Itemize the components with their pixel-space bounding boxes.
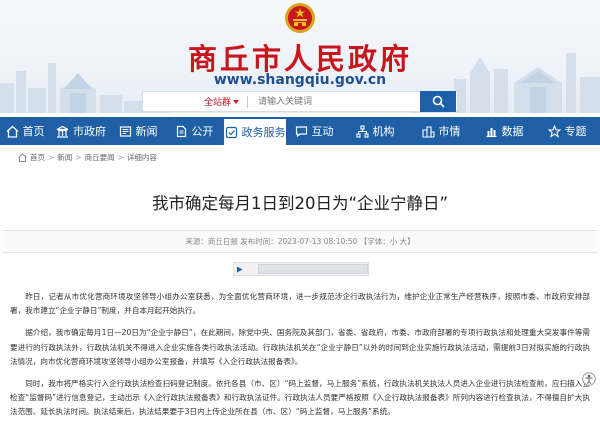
service-icon	[225, 126, 237, 138]
breadcrumb-item-shangqiu-news[interactable]: 商丘要闻	[85, 152, 115, 163]
nav-item-label: 互动	[311, 125, 334, 138]
nav-item-city-government[interactable]: 市政府	[50, 117, 112, 145]
nav-item-news[interactable]: 新闻	[112, 117, 164, 145]
home-icon	[6, 125, 18, 138]
site-header: 商丘市人民政府 www.shangqiu.gov.cn 全站群	[0, 0, 600, 113]
main-nav: 首页 市政府 新闻 公开 政务服务 互动 机构 市情 数据 专题	[0, 117, 600, 145]
topic-icon	[547, 124, 561, 138]
accessibility-icon[interactable]	[582, 372, 596, 386]
breadcrumb-item-home[interactable]: 首页	[30, 152, 45, 163]
article-paragraph: 据介绍，我市确定每月1日—20日为“企业宁静日”，在此期间，除党中央、国务院及其…	[10, 328, 590, 366]
nav-item-topics[interactable]: 专题	[534, 117, 600, 145]
newspaper-icon	[119, 125, 131, 137]
nav-item-label: 专题	[564, 125, 587, 138]
breadcrumb: 首页 > 新闻 > 商丘要闻 > 详细内容	[18, 152, 157, 163]
nav-item-label: 公开	[191, 125, 214, 138]
organization-icon	[355, 124, 369, 138]
nav-item-home[interactable]: 首页	[0, 117, 50, 145]
article-body: 昨日，记者从市优化营商环境攻坚领导小组办公室获悉，为全面优化营商环境，进一步规范…	[10, 290, 590, 428]
breadcrumb-separator: >	[117, 153, 124, 162]
nav-item-label: 首页	[22, 125, 45, 138]
nav-item-label: 市情	[438, 125, 461, 138]
article-paragraph: 昨日，记者从市优化营商环境攻坚领导小组办公室获悉，为全面优化营商环境，进一步规范…	[10, 292, 590, 316]
search-input[interactable]	[248, 95, 430, 108]
chart-icon	[486, 127, 496, 137]
breadcrumb-item-current: 详细内容	[126, 153, 157, 162]
nav-item-label: 机构	[372, 125, 395, 138]
breadcrumb-separator: >	[48, 153, 55, 162]
article-title: 我市确定每月1日到20日为“企业宁静日”	[151, 194, 449, 213]
play-icon	[237, 266, 243, 272]
breadcrumb-separator: >	[75, 153, 82, 162]
national-emblem-icon	[285, 3, 315, 33]
nav-item-label: 政务服务	[241, 126, 286, 139]
site-url: www.shangqiu.gov.cn	[213, 72, 387, 88]
nav-item-agencies[interactable]: 机构	[342, 117, 408, 145]
play-button[interactable]	[234, 263, 246, 275]
nav-item-label: 新闻	[135, 125, 158, 138]
chat-icon	[295, 125, 307, 137]
chevron-down-icon	[233, 99, 239, 104]
government-building-icon	[56, 125, 69, 138]
breadcrumb-item-news[interactable]: 新闻	[57, 152, 72, 163]
nav-item-interaction[interactable]: 互动	[286, 117, 342, 145]
search-icon	[432, 95, 445, 108]
search-button[interactable]	[420, 91, 456, 112]
article-paragraph: 同时，我市将严格实行入企行政执法检查扫码登记制度。依托各县（市、区）“码上监督，…	[10, 379, 590, 417]
nav-item-government-services[interactable]: 政务服务	[224, 117, 286, 145]
document-icon	[176, 125, 186, 137]
nav-item-city-info[interactable]: 市情	[408, 117, 474, 145]
search-bar: 全站群	[142, 91, 458, 112]
audio-player	[233, 262, 369, 276]
nav-item-data[interactable]: 数据	[474, 117, 534, 145]
audio-progress-track[interactable]	[257, 264, 368, 274]
article-meta: 来源：商丘日报 发布时间：2023-07-13 08:10:50 【字体：小 大…	[185, 237, 415, 246]
home-icon	[18, 153, 27, 162]
nav-item-label: 市政府	[73, 125, 106, 138]
nav-item-label: 数据	[501, 125, 524, 138]
city-icon	[421, 125, 435, 138]
nav-item-disclosure[interactable]: 公开	[164, 117, 224, 145]
search-scope-select[interactable]: 全站群	[143, 95, 239, 108]
